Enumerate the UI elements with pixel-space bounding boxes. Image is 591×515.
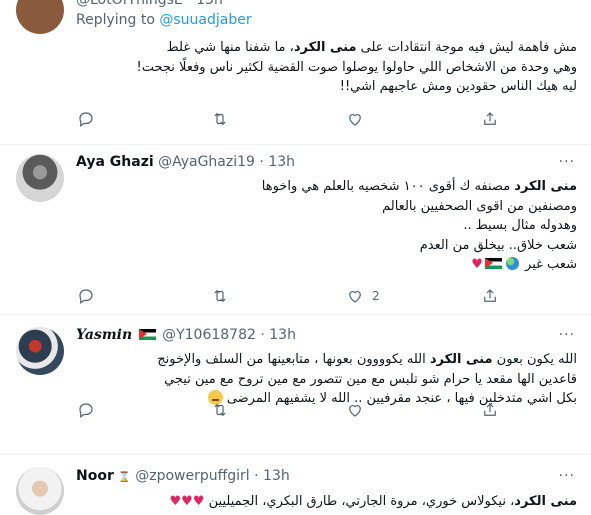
tweet-text: الله يكون بعون منى الكرد الله يكوووون بع…: [76, 350, 577, 409]
like-button[interactable]: 2: [346, 287, 380, 305]
share-icon: [484, 403, 496, 416]
tweet[interactable]: Aya Ghazi @AyaGhazi19 · 13h ··· منى الكر…: [0, 145, 591, 315]
more-icon[interactable]: ···: [559, 154, 575, 170]
share-icon: [484, 112, 496, 125]
reply-button[interactable]: [77, 287, 103, 305]
more-icon[interactable]: ···: [559, 0, 575, 8]
palestine-flag-icon: [138, 329, 156, 340]
like-icon: [349, 114, 361, 126]
replying-to: Replying to @suuadjaber: [76, 12, 252, 28]
share-button[interactable]: [481, 287, 507, 305]
tweet[interactable]: Yasmin @Y10618782 · 13h ··· الله يكون بع…: [0, 315, 591, 455]
tweet-line: شعب غير ♥: [471, 257, 577, 272]
more-icon[interactable]: ···: [559, 468, 575, 484]
like-icon: [349, 405, 361, 417]
user-handle[interactable]: @AyaGhazi19: [158, 154, 255, 170]
avatar[interactable]: [16, 154, 64, 202]
tweet-text: منى الكرد مصنفه ك أقوى ١٠٠ شخصيه بالعلم …: [76, 177, 577, 275]
tweet-header: @LotOfThingsE · 13h: [76, 0, 223, 8]
hourglass-emoji-icon: ⌛: [118, 472, 131, 483]
retweet-icon: [214, 289, 226, 303]
tweet-time[interactable]: 13h: [268, 154, 295, 170]
palestine-flag-icon: [484, 258, 502, 269]
tweet-line: وهدوله مثال بسيط ..: [463, 218, 577, 233]
reply-icon: [79, 403, 93, 418]
reply-icon: [79, 289, 93, 304]
user-handle[interactable]: @Y10618782: [162, 327, 256, 343]
reply-icon: [79, 112, 93, 127]
like-button[interactable]: [346, 401, 372, 419]
avatar[interactable]: [16, 0, 64, 34]
heart-emoji-icon: ♥: [471, 257, 483, 272]
like-button[interactable]: [346, 110, 372, 128]
tweet-text: منى الكرد، نيكولاس خوري، مروة الجارتي، ط…: [76, 492, 577, 512]
tweet-line: شعب خلاق.. بيخلق من العدم: [419, 237, 577, 253]
tweet[interactable]: @LotOfThingsE · 13h ··· Replying to @suu…: [0, 0, 591, 145]
avatar[interactable]: [16, 327, 64, 375]
tweet-line: منى الكرد مصنفه ك أقوى ١٠٠ شخصيه بالعلم …: [261, 179, 577, 194]
user-name[interactable]: Aya Ghazi: [76, 154, 154, 170]
tweet-time[interactable]: 13h: [263, 468, 290, 484]
retweet-icon: [214, 112, 226, 126]
retweet-icon: [214, 403, 226, 417]
avatar[interactable]: [16, 467, 64, 515]
like-icon: [349, 291, 361, 303]
share-button[interactable]: [481, 110, 507, 128]
hearts-emoji-icon: ♥♥♥: [169, 494, 205, 509]
reply-button[interactable]: [77, 401, 103, 419]
more-icon[interactable]: ···: [559, 327, 575, 343]
user-handle[interactable]: @zpowerpuffgirl: [135, 468, 249, 484]
retweet-button[interactable]: [211, 287, 237, 305]
tweet-line: ومصنفين من اقوى الصحفيين بالعالم: [382, 198, 577, 214]
tweet-line: ليه هيك الناس حقودين ومش عاجبهم اشي!!: [339, 79, 577, 94]
tweet-line: قاعدين الها مقعد يا حرام شو تلبس مع مين …: [164, 371, 577, 387]
globe-emoji-icon: [505, 257, 519, 270]
like-count: 2: [372, 289, 380, 303]
share-button[interactable]: [481, 401, 507, 419]
tweet-line: الله يكون بعون منى الكرد الله يكوووون بع…: [157, 352, 577, 367]
share-icon: [484, 289, 496, 302]
user-name[interactable]: Yasmin: [76, 327, 132, 343]
retweet-button[interactable]: [211, 110, 237, 128]
tweet-line: وهي وحدة من الاشخاص اللي حاولوا يوصلوا ص…: [136, 59, 577, 75]
user-name[interactable]: Noor: [76, 468, 114, 484]
tweet[interactable]: Noor ⌛ @zpowerpuffgirl · 13h ··· منى الك…: [0, 455, 591, 515]
tweet-header: Noor ⌛ @zpowerpuffgirl · 13h: [76, 468, 290, 484]
retweet-button[interactable]: [211, 401, 237, 419]
reply-button[interactable]: [77, 110, 103, 128]
tweet-line: مش فاهمة ليش فيه موجة انتقادات على منى ا…: [166, 40, 577, 55]
tweet-time[interactable]: 13h: [196, 0, 223, 8]
replying-label: Replying to: [76, 12, 155, 28]
tweet-header: Yasmin @Y10618782 · 13h: [76, 327, 296, 343]
replying-handle-link[interactable]: @suuadjaber: [159, 12, 251, 28]
tweet-text: مش فاهمة ليش فيه موجة انتقادات على منى ا…: [76, 38, 577, 97]
tweet-line: منى الكرد، نيكولاس خوري، مروة الجارتي، ط…: [169, 494, 577, 509]
tweet-time[interactable]: 13h: [269, 327, 296, 343]
user-handle[interactable]: @LotOfThingsE: [76, 0, 183, 8]
tweet-header: Aya Ghazi @AyaGhazi19 · 13h: [76, 154, 295, 170]
